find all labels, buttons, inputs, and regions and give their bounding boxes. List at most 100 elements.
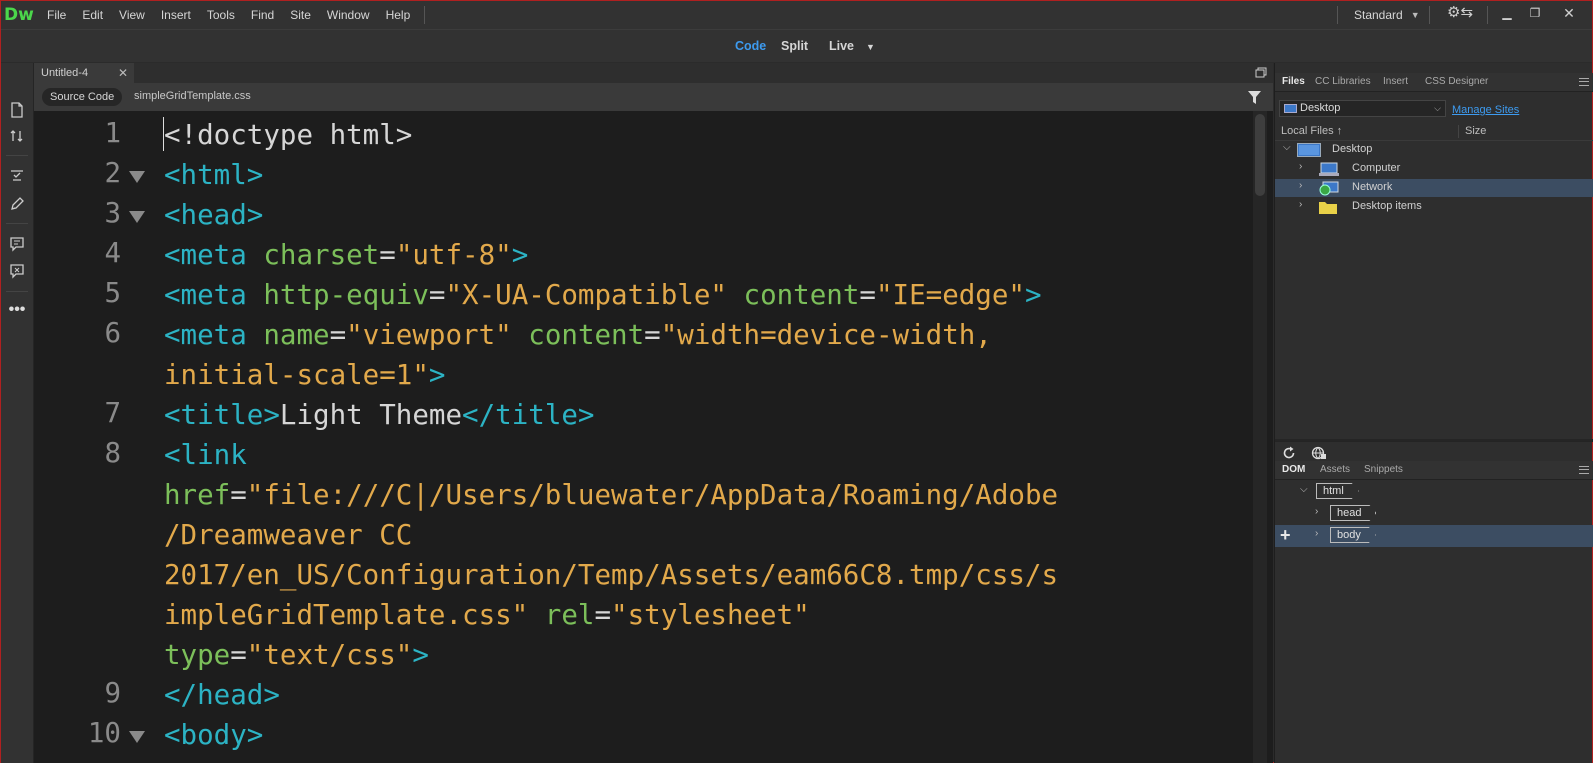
menu-site[interactable]: Site	[282, 1, 319, 29]
chevron-down-icon: ⌵	[1434, 103, 1441, 113]
divider	[1487, 6, 1488, 24]
menu-find[interactable]: Find	[243, 1, 282, 29]
dom-node-head[interactable]: › head	[1275, 503, 1593, 525]
code-line-4: <meta charset="utf-8">	[164, 235, 528, 275]
code-token: =	[594, 599, 612, 631]
chevron-right-icon[interactable]: ›	[1299, 180, 1302, 191]
divider	[6, 291, 28, 292]
source-code-button[interactable]: Source Code	[42, 88, 123, 106]
menu-insert[interactable]: Insert	[153, 1, 199, 29]
fold-triangle-icon[interactable]	[128, 730, 146, 744]
code-line-6-wrap: initial-scale=1">	[164, 355, 445, 395]
menu-file[interactable]: File	[39, 1, 74, 29]
tab-cc-libraries[interactable]: CC Libraries	[1315, 76, 1371, 87]
code-token: Light Theme	[279, 399, 463, 431]
dom-tag-head[interactable]: head	[1330, 505, 1376, 521]
menu-edit[interactable]: Edit	[74, 1, 111, 29]
workspace-switcher[interactable]: Standard ▼	[1354, 1, 1420, 29]
site-select-value: Desktop	[1300, 102, 1341, 114]
chevron-down-icon: ▼	[1410, 10, 1420, 20]
panel-menu-icon[interactable]	[1579, 78, 1589, 86]
panel-menu-icon[interactable]	[1579, 466, 1589, 474]
fold-triangle-icon[interactable]	[128, 210, 146, 224]
code-token: =	[230, 639, 247, 671]
code-token: <meta	[164, 279, 264, 311]
dom-node-body[interactable]: + › body	[1275, 525, 1593, 547]
restore-panel-icon[interactable]	[1255, 67, 1267, 79]
refresh-icon[interactable]	[1282, 446, 1296, 460]
dreamweaver-logo: Dw	[4, 5, 34, 25]
menu-tools[interactable]: Tools	[199, 1, 243, 29]
code-editor[interactable]: 1 2 3 4 5 6 7 8 9 10 <!doctype html> <html> <head…	[34, 111, 1273, 763]
chevron-right-icon[interactable]: ›	[1315, 506, 1318, 517]
settings-sync-icon[interactable]: ⚙⇆	[1447, 4, 1473, 24]
format-icon[interactable]	[8, 166, 26, 184]
sort-arrows-icon[interactable]	[8, 127, 26, 145]
filter-icon[interactable]	[1248, 91, 1261, 104]
remove-comment-icon[interactable]	[8, 262, 26, 280]
site-select[interactable]: Desktop ⌵	[1279, 100, 1446, 117]
code-line-8: <link	[164, 435, 247, 475]
connect-icon[interactable]	[1311, 445, 1327, 461]
code-token: impleGridTemplate.css"	[164, 599, 529, 631]
tab-assets[interactable]: Assets	[1320, 464, 1350, 475]
dom-tag-body[interactable]: body	[1330, 527, 1376, 543]
chevron-right-icon[interactable]: ›	[1299, 199, 1302, 210]
menu-view[interactable]: View	[111, 1, 153, 29]
comment-icon[interactable]	[8, 235, 26, 253]
file-management-icon[interactable]	[8, 101, 26, 119]
code-view-button[interactable]: Code	[735, 39, 766, 53]
vertical-scrollbar[interactable]	[1253, 111, 1267, 763]
restore-button[interactable]: ❐	[1523, 4, 1547, 24]
tree-item-desktop[interactable]: ⌵ Desktop	[1275, 141, 1593, 159]
minimize-button[interactable]: ▁	[1495, 4, 1519, 24]
tree-item-label: Computer	[1352, 162, 1401, 174]
tree-item-computer[interactable]: › Computer	[1275, 160, 1593, 178]
chevron-right-icon[interactable]: ›	[1315, 528, 1318, 539]
desktop-icon	[1284, 104, 1297, 113]
close-icon[interactable]: ✕	[118, 63, 128, 83]
chevron-right-icon[interactable]: ›	[1299, 161, 1302, 172]
fold-triangle-icon[interactable]	[128, 170, 146, 184]
size-column[interactable]: Size	[1465, 125, 1486, 137]
code-line-8-wrap-4: impleGridTemplate.css" rel="stylesheet"	[164, 595, 810, 635]
code-token: "IE=edge"	[875, 279, 1025, 311]
chevron-down-icon[interactable]: ▼	[866, 42, 875, 52]
local-files-column[interactable]: Local Files ↑	[1281, 125, 1342, 137]
tab-files[interactable]: Files	[1282, 76, 1305, 87]
desktop-icon	[1297, 143, 1321, 157]
related-file-css[interactable]: simpleGridTemplate.css	[134, 90, 251, 102]
menu-help[interactable]: Help	[378, 1, 419, 29]
divider	[1458, 125, 1459, 138]
tree-item-label: Network	[1352, 181, 1393, 193]
tree-item-network[interactable]: › Network	[1275, 179, 1593, 197]
code-token: initial-scale=1"	[164, 359, 429, 391]
code-token: >	[428, 359, 446, 391]
code-token: <title>	[164, 399, 280, 431]
tab-dom[interactable]: DOM	[1282, 464, 1305, 475]
document-tab[interactable]: Untitled-4 ✕	[34, 63, 134, 83]
more-icon[interactable]: •••	[8, 301, 26, 319]
manage-sites-link[interactable]: Manage Sites	[1452, 104, 1519, 116]
code-token: name	[263, 319, 330, 351]
chevron-down-icon[interactable]: ⌵	[1283, 142, 1291, 153]
menu-window[interactable]: Window	[319, 1, 378, 29]
tab-css-designer[interactable]: CSS Designer	[1425, 76, 1488, 87]
scrollbar-thumb[interactable]	[1255, 114, 1265, 196]
left-toolbar: •••	[1, 63, 34, 763]
tab-insert[interactable]: Insert	[1383, 76, 1408, 87]
split-view-button[interactable]: Split	[781, 39, 808, 53]
pen-icon[interactable]	[8, 195, 26, 213]
live-view-button[interactable]: Live	[829, 39, 854, 53]
add-element-icon[interactable]: +	[1280, 525, 1291, 546]
line-number: 10	[87, 717, 121, 749]
close-button[interactable]: ✕	[1557, 4, 1581, 24]
dom-node-html[interactable]: ⌵ html	[1275, 481, 1593, 503]
files-panel-tabs: Files CC Libraries Insert CSS Designer	[1275, 73, 1593, 92]
folder-icon	[1319, 202, 1337, 214]
tree-item-desktop-items[interactable]: › Desktop items	[1275, 198, 1593, 216]
document-tabs: Untitled-4 ✕	[34, 63, 1273, 83]
dom-tag-html[interactable]: html	[1316, 483, 1359, 499]
tab-snippets[interactable]: Snippets	[1364, 464, 1403, 475]
chevron-down-icon[interactable]: ⌵	[1300, 484, 1308, 495]
